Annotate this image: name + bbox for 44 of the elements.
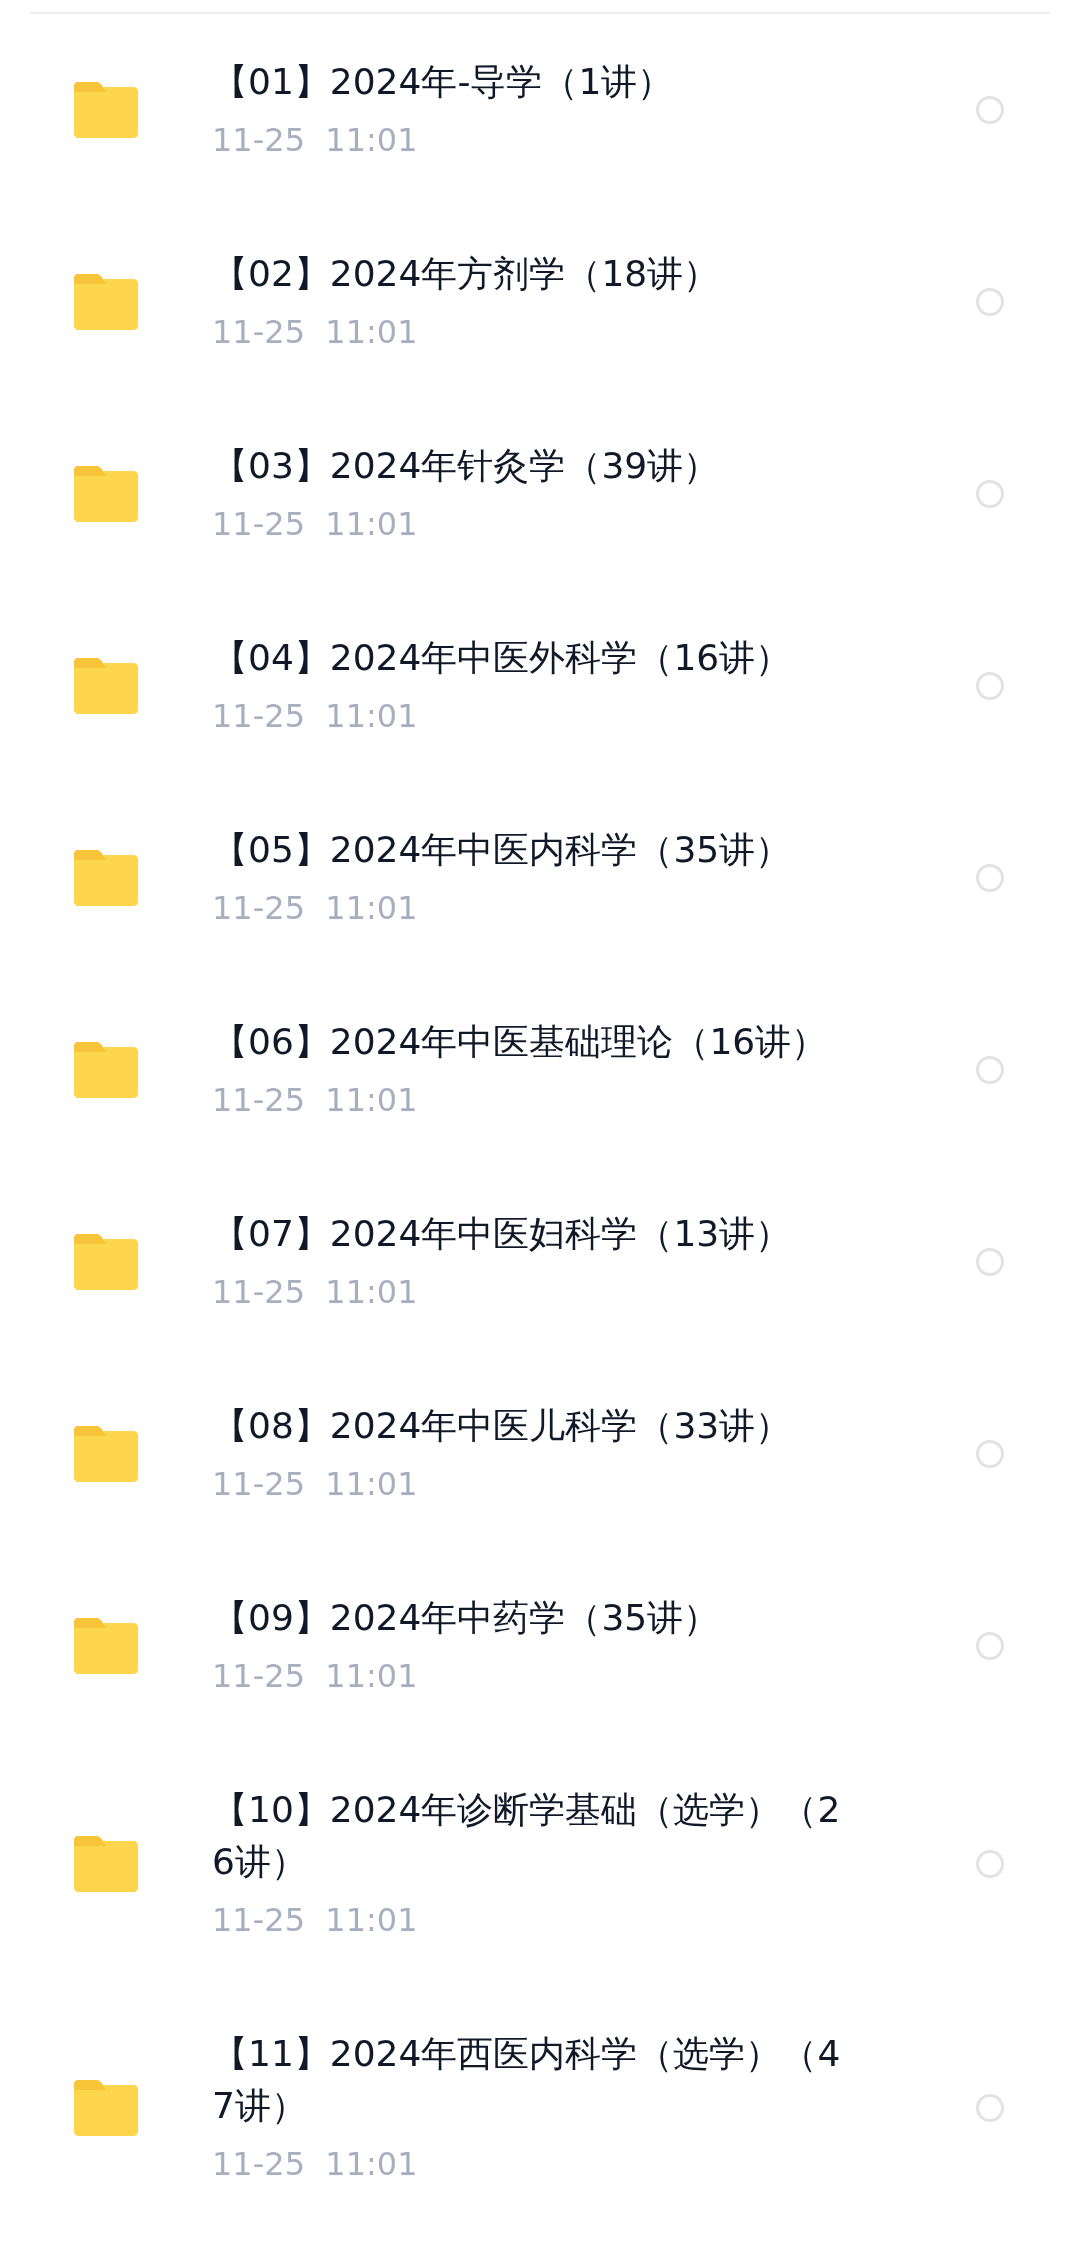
select-radio[interactable] — [976, 1632, 1004, 1660]
folder-name: 【11】2024年西医内科学（选学）（47讲） — [212, 2032, 842, 2128]
folder-icon — [74, 274, 138, 330]
folder-icon — [74, 1426, 138, 1482]
select-radio[interactable] — [976, 96, 1004, 124]
modified-date: 11-25 11:01 — [212, 504, 419, 545]
folder-name: 【04】2024年中医外科学（16讲） — [212, 636, 793, 680]
select-radio[interactable] — [976, 1248, 1004, 1276]
select-radio[interactable] — [976, 288, 1004, 316]
folder-name: 【10】2024年诊断学基础（选学）（26讲） — [212, 1788, 842, 1884]
folder-name: 【07】2024年中医妇科学（13讲） — [212, 1212, 793, 1256]
folder-name: 【08】2024年中医儿科学（33讲） — [212, 1404, 793, 1448]
folder-icon — [74, 1042, 138, 1098]
folder-icon — [74, 850, 138, 906]
folder-name: 【09】2024年中药学（35讲） — [212, 1596, 721, 1640]
folder-name: 【03】2024年针灸学（39讲） — [212, 444, 721, 488]
modified-date: 11-25 11:01 — [212, 1080, 419, 1121]
modified-date: 11-25 11:01 — [212, 1464, 419, 1505]
modified-date: 11-25 11:01 — [212, 696, 419, 737]
folder-name: 【01】2024年-导学（1讲） — [212, 60, 675, 104]
select-radio[interactable] — [976, 480, 1004, 508]
folder-icon — [74, 82, 138, 138]
folder-icon — [74, 658, 138, 714]
modified-date: 11-25 11:01 — [212, 1900, 419, 1941]
select-radio[interactable] — [976, 1056, 1004, 1084]
modified-date: 11-25 11:01 — [212, 1272, 419, 1313]
modified-date: 11-25 11:01 — [212, 1656, 419, 1697]
modified-date: 11-25 11:01 — [212, 888, 419, 929]
select-radio[interactable] — [976, 2094, 1004, 2122]
folder-name: 【06】2024年中医基础理论（16讲） — [212, 1020, 829, 1064]
folder-icon — [74, 466, 138, 522]
folder-icon — [74, 1836, 138, 1892]
select-radio[interactable] — [976, 672, 1004, 700]
select-radio[interactable] — [976, 1850, 1004, 1878]
folder-icon — [74, 1234, 138, 1290]
modified-date: 11-25 11:01 — [212, 312, 419, 353]
modified-date: 11-25 11:01 — [212, 2144, 419, 2185]
select-radio[interactable] — [976, 1440, 1004, 1468]
select-radio[interactable] — [976, 864, 1004, 892]
folder-icon — [74, 2080, 138, 2136]
modified-date: 11-25 11:01 — [212, 120, 419, 161]
folder-name: 【02】2024年方剂学（18讲） — [212, 252, 721, 296]
folder-icon — [74, 1618, 138, 1674]
folder-name: 【05】2024年中医内科学（35讲） — [212, 828, 793, 872]
